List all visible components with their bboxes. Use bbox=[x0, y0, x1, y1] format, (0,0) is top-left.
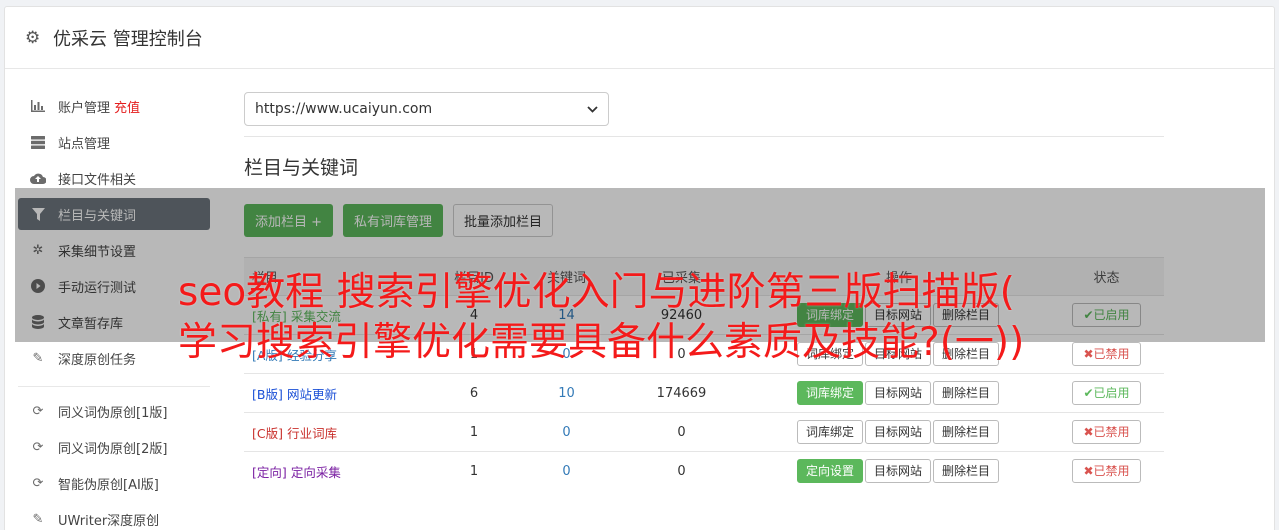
column-name[interactable]: 网站更新 bbox=[287, 387, 337, 402]
column-name-cell: [C版] 行业词库 bbox=[244, 412, 429, 452]
collected-count-cell: 174669 bbox=[614, 373, 749, 413]
actions-cell: 词库绑定 目标网站 删除栏目 bbox=[749, 373, 1049, 413]
sidebar-item-account[interactable]: 账户管理 充值 bbox=[18, 90, 210, 122]
bind-button[interactable]: 词库绑定 bbox=[796, 420, 863, 444]
sidebar-item-label: 智能伪原创[AI版] bbox=[58, 477, 159, 493]
bind-button[interactable]: 词库绑定 bbox=[796, 381, 863, 405]
delete-column-button[interactable]: 删除栏目 bbox=[933, 381, 1000, 405]
sidebar-item-label: 站点管理 bbox=[58, 136, 111, 152]
sidebar-item-uwriter[interactable]: ✎ UWriter深度原创 bbox=[18, 503, 210, 530]
keyword-count-cell[interactable]: 0 bbox=[519, 412, 614, 452]
bar-chart-icon bbox=[30, 98, 46, 114]
column-name-cell: [定向] 定向采集 bbox=[244, 451, 429, 491]
column-id-cell: 6 bbox=[429, 373, 519, 413]
table-row: [定向] 定向采集 1 0 0 定向设置 目标网站 删除栏目 ✖已禁用 bbox=[244, 451, 1164, 491]
site-select-value: https://www.ucaiyun.com bbox=[255, 101, 433, 117]
column-tag: [B版] bbox=[252, 386, 283, 402]
target-site-button[interactable]: 目标网站 bbox=[864, 420, 931, 444]
headline-line-2: 学习搜索引擎优化需要具备什么素质及技能?(一)) bbox=[178, 320, 1025, 365]
site-select[interactable]: https://www.ucaiyun.com bbox=[244, 92, 609, 126]
page-title: 优采云 管理控制台 bbox=[53, 28, 203, 50]
divider bbox=[244, 136, 1164, 137]
server-icon bbox=[30, 134, 46, 150]
column-name-cell: [B版] 网站更新 bbox=[244, 373, 429, 413]
sidebar-item-label: 接口文件相关 bbox=[58, 172, 137, 188]
table-row: [B版] 网站更新 6 10 174669 词库绑定 目标网站 删除栏目 ✔已启用 bbox=[244, 373, 1164, 413]
sidebar-item-label: 深度原创任务 bbox=[58, 352, 137, 368]
sidebar-item-label: 同义词伪原创[2版] bbox=[58, 441, 168, 457]
sidebar-item-synonym-2[interactable]: ⟳ 同义词伪原创[2版] bbox=[18, 431, 210, 463]
actions-cell: 定向设置 目标网站 删除栏目 bbox=[749, 451, 1049, 491]
column-name[interactable]: 定向采集 bbox=[291, 465, 341, 480]
status-cell: ✖已禁用 bbox=[1049, 451, 1164, 491]
column-tag: [C版] bbox=[252, 425, 283, 441]
sidebar-divider bbox=[18, 386, 210, 387]
collected-count-cell: 0 bbox=[614, 451, 749, 491]
actions-cell: 词库绑定 目标网站 删除栏目 bbox=[749, 412, 1049, 452]
cloud-upload-icon bbox=[30, 170, 46, 186]
column-tag: [定向] bbox=[252, 464, 287, 480]
delete-column-button[interactable]: 删除栏目 bbox=[933, 459, 1000, 484]
section-title: 栏目与关键词 bbox=[244, 157, 359, 179]
sidebar-item-sites[interactable]: 站点管理 bbox=[18, 126, 210, 158]
delete-column-button[interactable]: 删除栏目 bbox=[933, 420, 1000, 444]
sidebar-item-label: 账户管理 bbox=[58, 100, 111, 116]
status-toggle-button[interactable]: ✔已启用 bbox=[1072, 381, 1141, 405]
keyword-count-cell[interactable]: 10 bbox=[519, 373, 614, 413]
refresh-icon: ⟳ bbox=[32, 475, 44, 491]
bind-button[interactable]: 定向设置 bbox=[796, 459, 863, 484]
refresh-icon: ⟳ bbox=[32, 403, 44, 419]
table-row: [C版] 行业词库 1 0 0 词库绑定 目标网站 删除栏目 ✖已禁用 bbox=[244, 412, 1164, 452]
sidebar-item-synonym-1[interactable]: ⟳ 同义词伪原创[1版] bbox=[18, 395, 210, 427]
chevron-down-icon bbox=[587, 103, 598, 116]
keyword-count-cell[interactable]: 0 bbox=[519, 451, 614, 491]
status-cell: ✔已启用 bbox=[1049, 373, 1164, 413]
edit-icon: ✎ bbox=[32, 350, 44, 366]
sidebar-item-label: UWriter深度原创 bbox=[58, 513, 160, 529]
recharge-link[interactable]: 充值 bbox=[114, 97, 140, 116]
sidebar-item-label: 同义词伪原创[1版] bbox=[58, 405, 168, 421]
target-site-button[interactable]: 目标网站 bbox=[864, 459, 931, 484]
column-id-cell: 1 bbox=[429, 412, 519, 452]
column-id-cell: 1 bbox=[429, 451, 519, 491]
headline-overlay-text: seo教程 搜索引擎优化入门与进阶第三版扫描版( 学习搜索引擎优化需要具备什么素… bbox=[178, 268, 1258, 368]
target-site-button[interactable]: 目标网站 bbox=[864, 381, 931, 405]
refresh-icon: ⟳ bbox=[32, 439, 44, 455]
console-header: ⚙ 优采云 管理控制台 bbox=[5, 7, 1274, 69]
sidebar-item-ai-rewrite[interactable]: ⟳ 智能伪原创[AI版] bbox=[18, 467, 210, 499]
collected-count-cell: 0 bbox=[614, 412, 749, 452]
gear-icon: ⚙ bbox=[25, 27, 41, 48]
headline-line-1: seo教程 搜索引擎优化入门与进阶第三版扫描版( bbox=[178, 270, 1015, 315]
column-name[interactable]: 行业词库 bbox=[287, 426, 337, 441]
status-toggle-button[interactable]: ✖已禁用 bbox=[1072, 459, 1141, 484]
edit-icon: ✎ bbox=[32, 511, 44, 527]
status-toggle-button[interactable]: ✖已禁用 bbox=[1072, 420, 1141, 444]
status-cell: ✖已禁用 bbox=[1049, 412, 1164, 452]
